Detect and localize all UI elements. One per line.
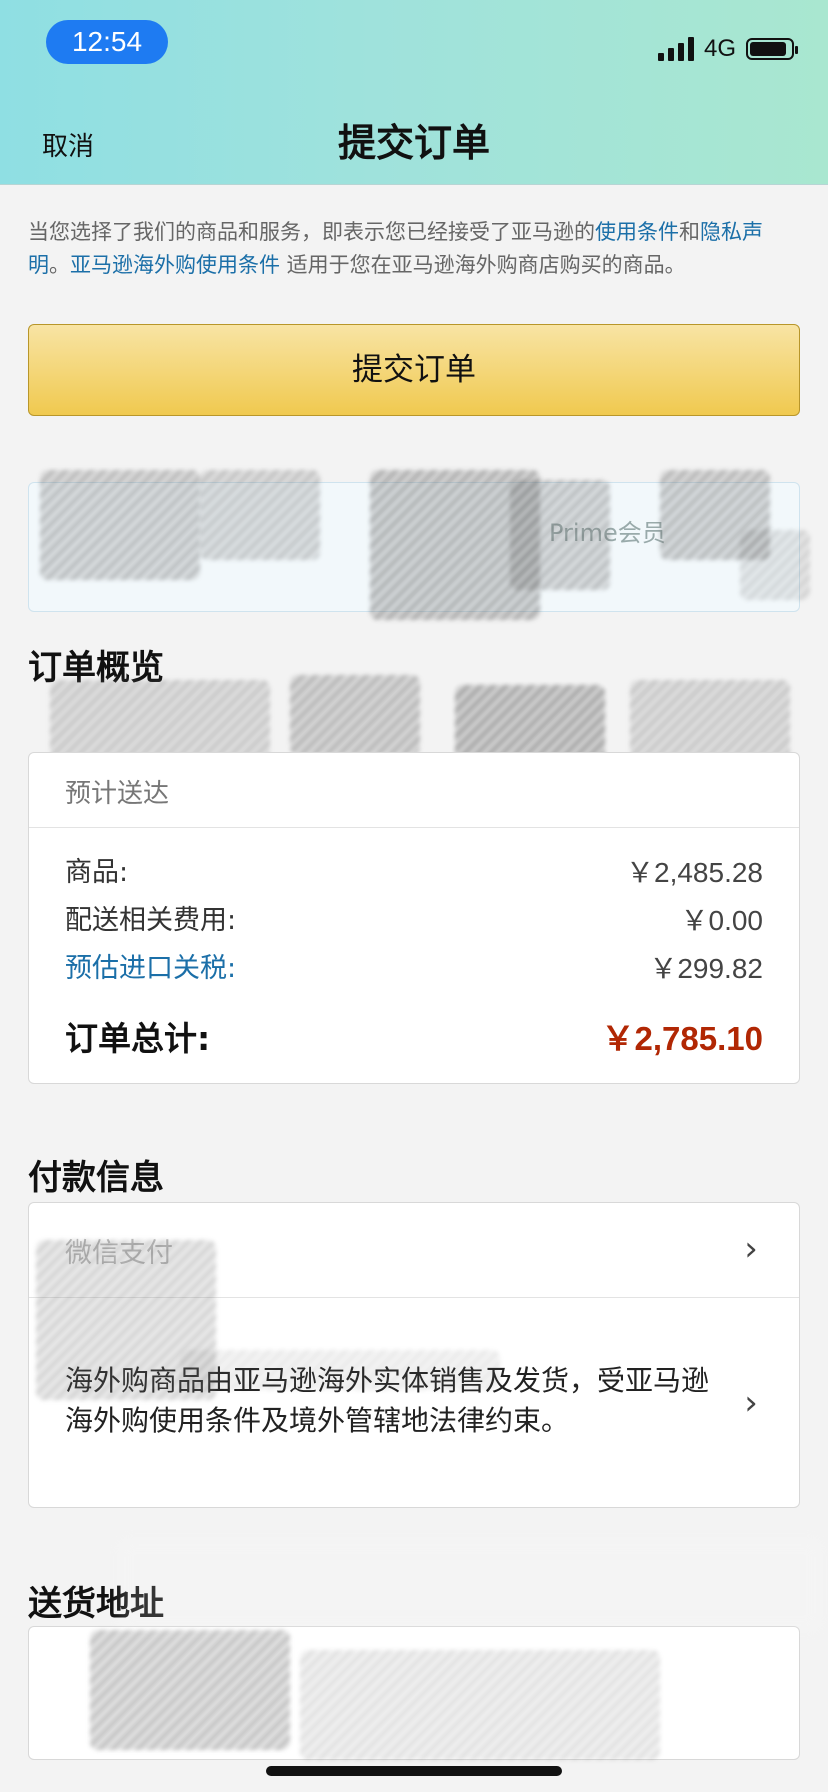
order-total-row: 订单总计: ￥2,785.10 [65,1015,763,1063]
cellular-signal-icon [657,37,694,61]
redaction-mark [510,480,610,590]
items-row: 商品: ￥2,485.28 [65,853,763,893]
redaction-mark [40,470,200,580]
shipping-fee-label: 配送相关费用: [65,905,237,936]
import-duty-value: ￥299.82 [649,953,763,984]
items-label: 商品: [65,857,129,888]
checkout-screen: 12:54 4G 取消 提交订单 当您选择了我们的商品和服务，即表示您已经接受了… [0,0,828,1792]
shipping-fee-row: 配送相关费用: ￥0.00 [65,901,763,941]
terms-link[interactable]: 使用条件 [595,220,679,244]
redaction-mark [740,530,810,600]
notice-period: 。 [49,253,70,277]
battery-icon [746,38,798,60]
top-navigation-bar: 12:54 4G 取消 提交订单 [0,0,828,185]
redaction-mark [90,1630,290,1750]
submit-order-button[interactable]: 提交订单 [28,324,800,416]
status-time: 12:54 [46,20,168,64]
order-summary-card: 预计送达 商品: ￥2,485.28 配送相关费用: ￥0.00 预估进口关税:… [28,752,800,1084]
notice-text: 当您选择了我们的商品和服务，即表示您已经接受了亚马逊的 [28,220,595,244]
redaction-mark [120,1540,820,1630]
redaction-mark [180,1350,500,1390]
redaction-mark [200,470,320,560]
network-type: 4G [703,35,736,62]
delivery-estimate-text: 预计送达 [65,779,170,809]
redaction-mark [50,680,270,760]
redaction-mark [290,675,420,755]
shipping-fee-value: ￥0.00 [680,905,764,936]
page-title: 提交订单 [337,121,490,165]
items-value: ￥2,485.28 [626,857,763,888]
chevron-right-icon: › [744,1229,758,1269]
import-duty-link[interactable]: 预估进口关税: [65,949,236,989]
chevron-right-icon: › [744,1383,758,1423]
status-indicators: 4G [657,34,798,64]
notice-text-2: 适用于您在亚马逊海外购商店购买的商品。 [280,253,686,277]
order-total-value: ￥2,785.10 [601,1020,763,1057]
home-indicator[interactable] [266,1766,562,1776]
notice-and: 和 [679,220,700,244]
delivery-estimate-row[interactable]: 预计送达 [29,753,799,828]
order-total-label: 订单总计: [65,1019,211,1058]
global-terms-link[interactable]: 亚马逊海外购使用条件 [70,253,280,277]
terms-notice: 当您选择了我们的商品和服务，即表示您已经接受了亚马逊的使用条件和隐私声明。亚马逊… [28,216,800,282]
import-duty-row: 预估进口关税: ￥299.82 [65,949,763,989]
payment-info-title: 付款信息 [28,1158,164,1198]
redaction-mark [630,680,790,760]
redaction-mark [300,1650,660,1760]
